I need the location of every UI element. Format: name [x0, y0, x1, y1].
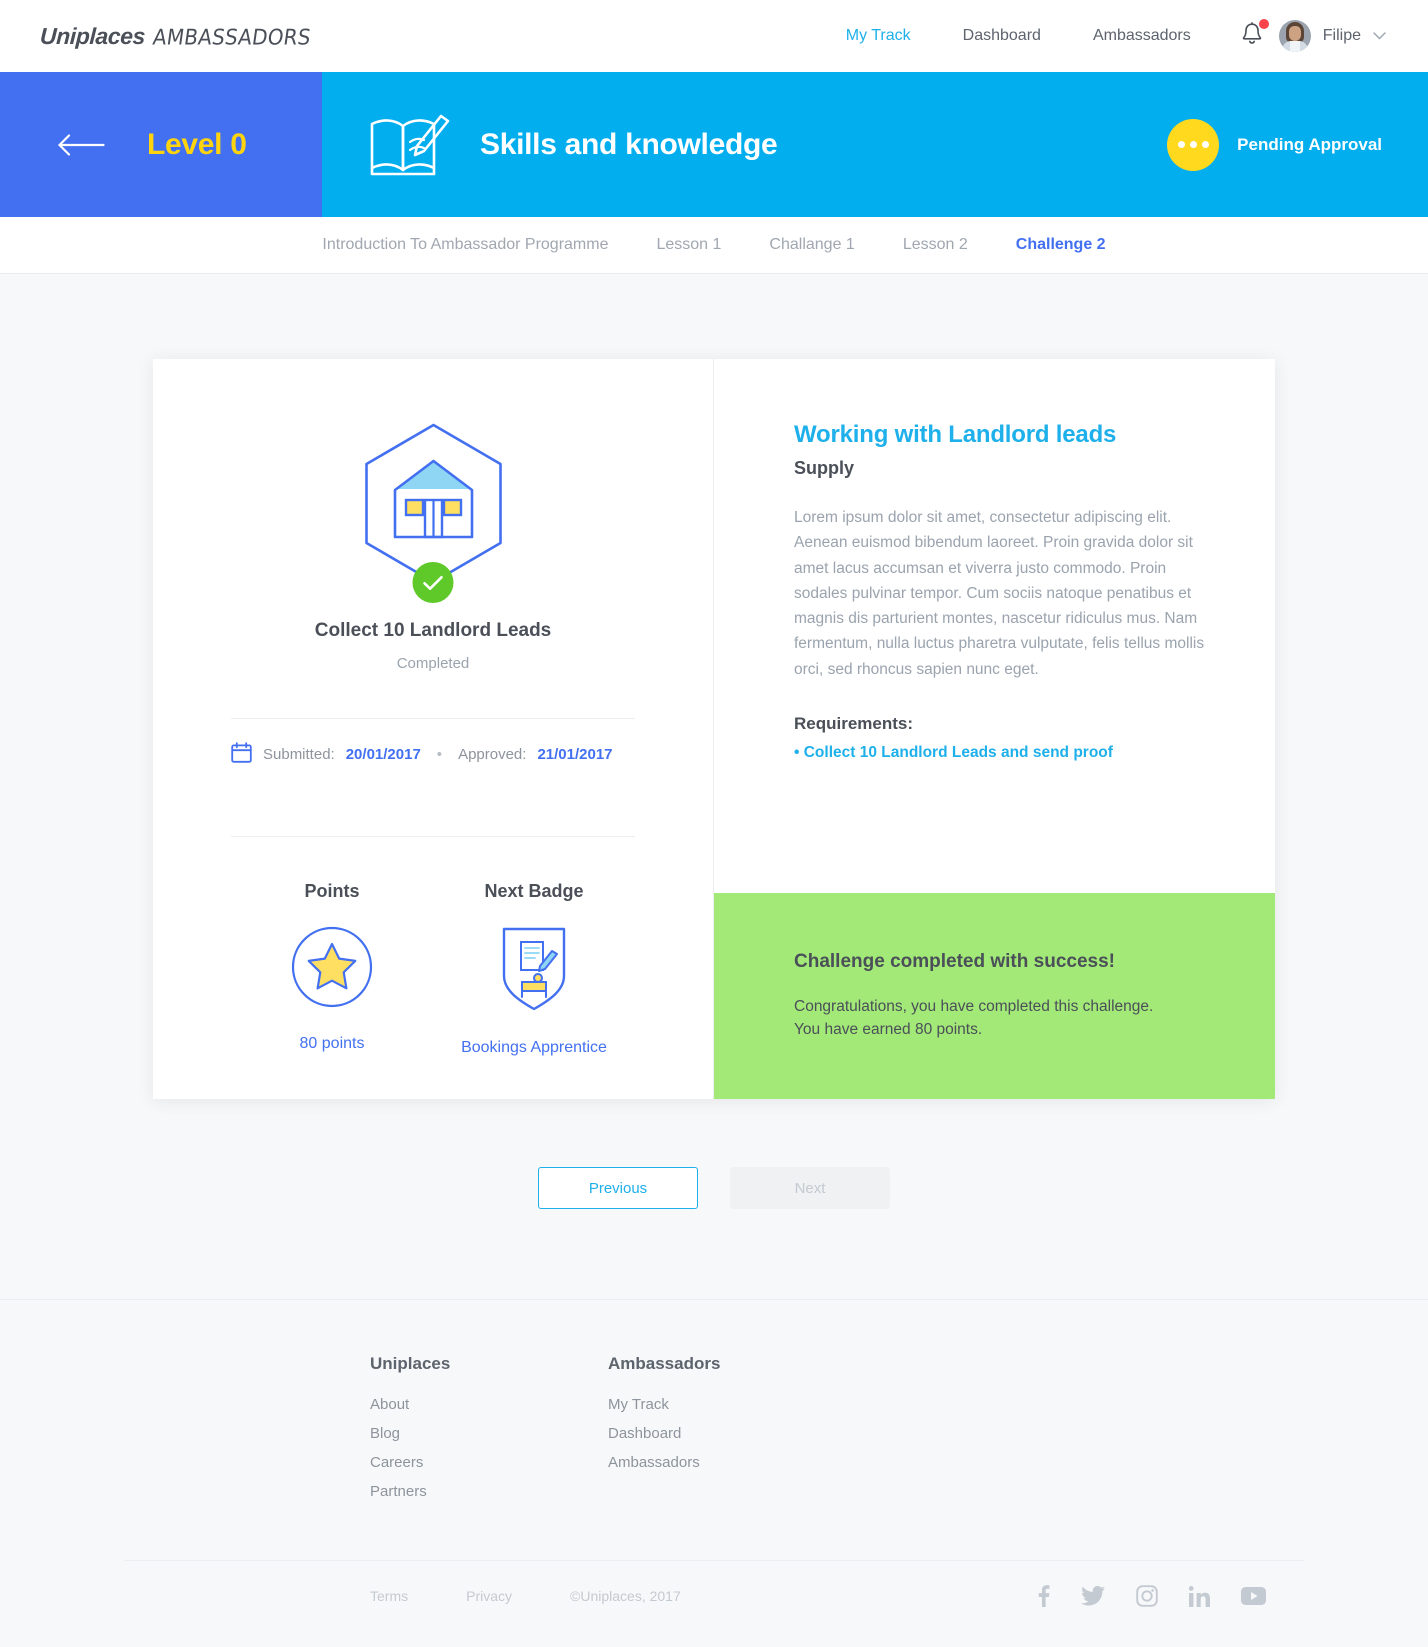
main-content: Collect 10 Landlord Leads Completed Subm… — [0, 274, 1428, 1299]
footer-columns: Uniplaces About Blog Careers Partners Am… — [124, 1354, 1304, 1512]
chevron-down-icon — [1373, 29, 1386, 43]
tab-challange-1[interactable]: Challange 1 — [745, 236, 878, 254]
logo-main-text: Uniplaces — [39, 22, 146, 49]
lesson-body-wrap: Working with Landlord leads Supply Lorem… — [714, 359, 1275, 893]
footer-link-ambassadors[interactable]: Ambassadors — [608, 1454, 846, 1471]
tab-introduction[interactable]: Introduction To Ambassador Programme — [298, 236, 632, 254]
footer-link-privacy[interactable]: Privacy — [466, 1588, 512, 1604]
stats-row: Points 80 points Next Badge Bookings App… — [231, 837, 635, 1057]
tab-lesson-2[interactable]: Lesson 2 — [879, 236, 992, 254]
notification-badge-dot — [1258, 18, 1269, 29]
challenge-badge-status: Completed — [396, 655, 470, 672]
status-badge: Pending Approval — [1167, 118, 1382, 171]
requirements-heading: Requirements: — [794, 713, 914, 733]
facebook-icon[interactable] — [1037, 1585, 1050, 1607]
house-hexagon-badge-icon — [351, 421, 516, 603]
stat-points-label: Points — [304, 881, 360, 901]
dates-row: Submitted: 20/01/2017 • Approved: 21/01/… — [231, 719, 635, 790]
success-line-2: You have earned 80 points. — [794, 1020, 983, 1038]
avatar — [1278, 20, 1311, 52]
footer-link-my-track[interactable]: My Track — [608, 1396, 846, 1413]
check-icon — [412, 562, 454, 603]
footer-link-blog[interactable]: Blog — [370, 1425, 608, 1442]
notifications-button[interactable] — [1217, 18, 1279, 51]
footer-link-partners[interactable]: Partners — [370, 1483, 608, 1500]
date-separator: • — [436, 746, 443, 763]
level-banner: Level 0 Skills and knowledge Pending App… — [0, 72, 1428, 217]
nav-link-my-track[interactable]: My Track — [820, 27, 937, 45]
submitted-date: 20/01/2017 — [345, 746, 421, 763]
calendar-icon — [231, 742, 252, 767]
level-label: Level 0 — [147, 127, 247, 161]
pagination-controls: Previous Next — [0, 1099, 1428, 1299]
footer-column-uniplaces: Uniplaces About Blog Careers Partners — [370, 1354, 608, 1512]
logo-sub-text: AMBASSADORS — [151, 23, 313, 50]
footer-link-dashboard[interactable]: Dashboard — [608, 1425, 846, 1442]
section-title: Skills and knowledge — [480, 127, 778, 161]
footer-bottom-bar: Terms Privacy ©Uniplaces, 2017 — [124, 1560, 1304, 1647]
level-banner-left: Level 0 — [0, 72, 322, 217]
footer-link-careers[interactable]: Careers — [370, 1454, 608, 1471]
level-banner-right: Skills and knowledge Pending Approval — [322, 72, 1428, 217]
submitted-label: Submitted: — [263, 746, 335, 763]
footer-heading-uniplaces: Uniplaces — [370, 1354, 451, 1373]
tab-challenge-2[interactable]: Challenge 2 — [992, 236, 1130, 254]
lesson-description: Lorem ipsum dolor sit amet, consectetur … — [794, 509, 1205, 678]
user-name-label: Filipe — [1322, 27, 1361, 44]
linkedin-icon[interactable] — [1189, 1585, 1210, 1607]
shield-badge-icon — [500, 926, 568, 1017]
footer-heading-ambassadors: Ambassadors — [608, 1354, 721, 1373]
social-links — [1037, 1585, 1304, 1607]
twitter-icon[interactable] — [1081, 1586, 1105, 1606]
user-menu[interactable]: Filipe — [1278, 20, 1386, 52]
stat-next-badge: Next Badge Bookings Apprentice — [433, 881, 635, 1057]
star-circle-icon — [291, 926, 373, 1013]
requirement-item: • Collect 10 Landlord Leads and send pro… — [794, 743, 1113, 761]
success-line-1: Congratulations, you have completed this… — [794, 997, 1154, 1015]
arrow-left-icon[interactable] — [58, 133, 105, 156]
nav-link-dashboard[interactable]: Dashboard — [937, 27, 1067, 45]
challenge-card: Collect 10 Landlord Leads Completed Subm… — [153, 359, 1275, 1099]
approved-label: Approved: — [458, 746, 527, 763]
stat-points-value[interactable]: 80 points — [300, 1035, 365, 1053]
previous-button[interactable]: Previous — [538, 1167, 698, 1209]
stat-next-badge-label: Next Badge — [484, 881, 584, 901]
lesson-title: Working with Landlord leads — [794, 421, 1117, 448]
site-footer: Uniplaces About Blog Careers Partners Am… — [0, 1299, 1428, 1647]
next-button: Next — [730, 1167, 890, 1209]
success-panel: Challenge completed with success! Congra… — [714, 892, 1275, 1099]
approved-date: 21/01/2017 — [537, 746, 613, 763]
challenge-badge-title: Collect 10 Landlord Leads — [314, 620, 552, 641]
stat-points: Points 80 points — [231, 881, 433, 1057]
footer-link-terms[interactable]: Terms — [370, 1588, 408, 1604]
youtube-icon[interactable] — [1241, 1587, 1266, 1605]
ellipsis-icon — [1167, 118, 1220, 171]
footer-column-ambassadors: Ambassadors My Track Dashboard Ambassado… — [608, 1354, 846, 1512]
footer-link-about[interactable]: About — [370, 1396, 608, 1413]
lesson-tabs: Introduction To Ambassador Programme Les… — [0, 217, 1428, 274]
book-pencil-icon — [366, 106, 452, 183]
nav-link-ambassadors[interactable]: Ambassadors — [1067, 27, 1217, 45]
status-label: Pending Approval — [1237, 134, 1382, 154]
page-root: Uniplaces AMBASSADORS My Track Dashboard… — [0, 0, 1428, 1647]
top-navigation-bar: Uniplaces AMBASSADORS My Track Dashboard… — [0, 0, 1428, 72]
site-logo[interactable]: Uniplaces AMBASSADORS — [39, 22, 313, 50]
stat-next-badge-value[interactable]: Bookings Apprentice — [461, 1039, 607, 1057]
success-title: Challenge completed with success! — [794, 950, 1115, 972]
challenge-summary-panel: Collect 10 Landlord Leads Completed Subm… — [153, 359, 714, 1099]
tab-lesson-1[interactable]: Lesson 1 — [632, 236, 745, 254]
footer-copyright: ©Uniplaces, 2017 — [570, 1588, 681, 1604]
nav-right-group: My Track Dashboard Ambassadors Filipe — [820, 18, 1386, 52]
lesson-subtitle: Supply — [794, 458, 855, 478]
instagram-icon[interactable] — [1136, 1585, 1158, 1607]
lesson-detail-panel: Working with Landlord leads Supply Lorem… — [714, 359, 1275, 1099]
